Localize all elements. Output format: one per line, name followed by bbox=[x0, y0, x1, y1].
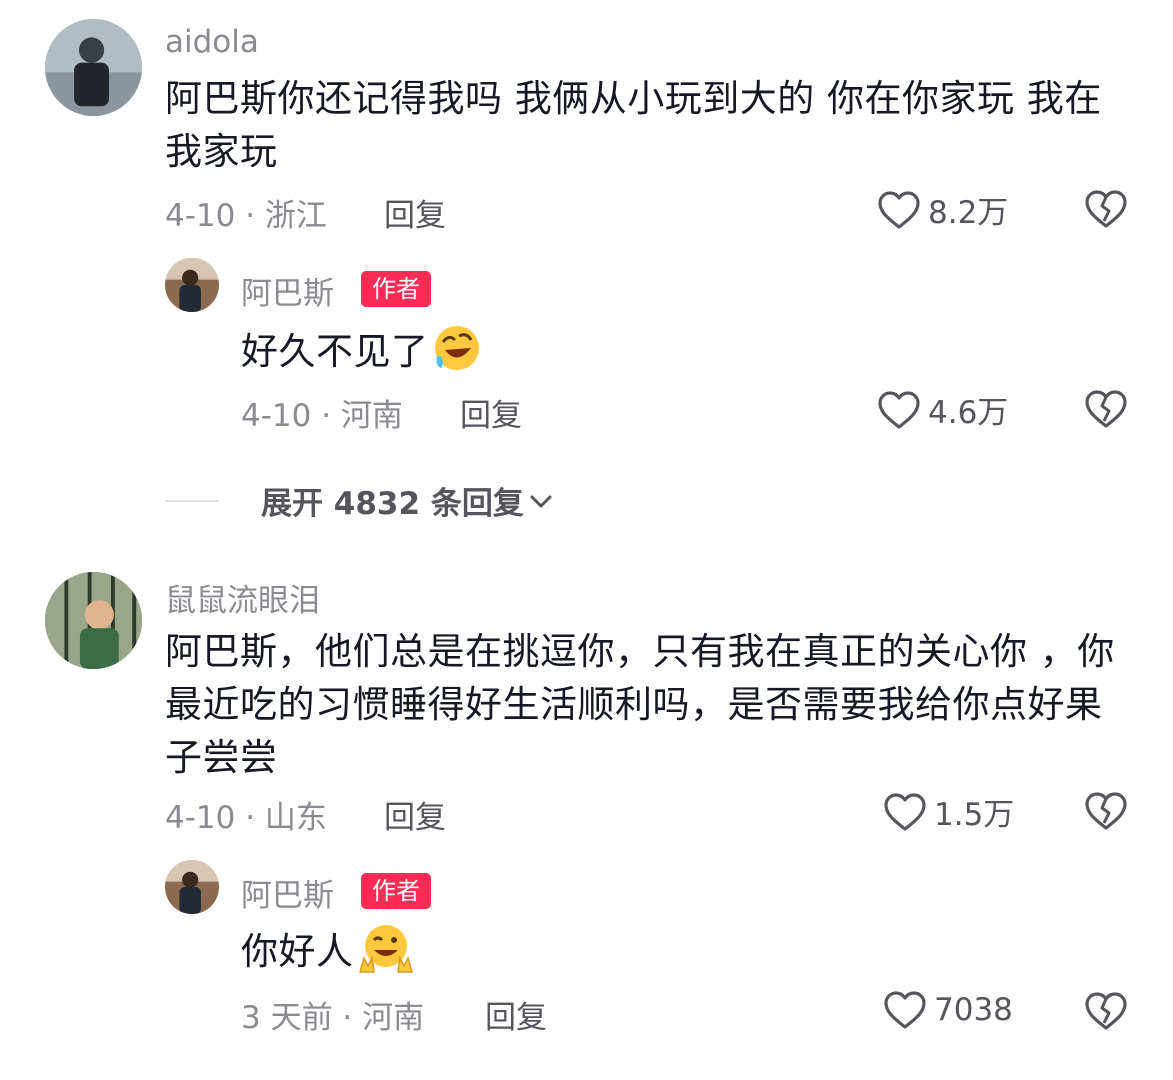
comment-date-location: 4-10 · 山东 bbox=[165, 800, 327, 836]
avatar[interactable] bbox=[45, 19, 142, 116]
comment-text: 阿巴斯，他们总是在挑逗你，只有我在真正的关心你 ，你最近吃的习惯睡得好生活顺利吗… bbox=[165, 630, 1115, 779]
reply-username[interactable]: 阿巴斯 bbox=[241, 870, 334, 915]
reply-text: 好久不见了 bbox=[241, 322, 483, 378]
author-badge: 作者 bbox=[361, 873, 431, 909]
like-count: 7038 bbox=[934, 992, 1013, 1028]
wink-peace-emoji bbox=[358, 925, 413, 973]
reply-text: 你好人 bbox=[241, 922, 416, 978]
reply-button[interactable]: 回复 bbox=[485, 992, 547, 1037]
reply-date-location: 3 天前 · 河南 bbox=[241, 1000, 425, 1036]
avatar[interactable] bbox=[165, 860, 219, 914]
like-button[interactable]: 4.6万 bbox=[876, 387, 1008, 432]
chevron-down-icon bbox=[530, 495, 552, 507]
comment-item: 鼠鼠流眼泪 阿巴斯，他们总是在挑逗你，只有我在真正的关心你 ，你最近吃的习惯睡得… bbox=[0, 560, 1173, 1080]
heart-outline-icon bbox=[878, 190, 920, 229]
expand-replies-label: 展开 4832 条回复 bbox=[261, 486, 524, 522]
avatar[interactable] bbox=[45, 572, 142, 669]
reply-button[interactable]: 回复 bbox=[460, 390, 522, 435]
heart-outline-icon bbox=[884, 792, 926, 831]
reply-text-content: 你好人 bbox=[241, 930, 354, 973]
like-count: 1.5万 bbox=[934, 797, 1015, 833]
rofl-emoji bbox=[434, 326, 479, 370]
comment-item: aidola 阿巴斯你还记得我吗 我俩从小玩到大的 你在你家玩 我在我家玩 4-… bbox=[0, 0, 1173, 480]
avatar[interactable] bbox=[165, 258, 219, 312]
broken-heart-icon[interactable] bbox=[1083, 990, 1129, 1032]
reply-button[interactable]: 回复 bbox=[384, 792, 446, 837]
like-button[interactable]: 1.5万 bbox=[882, 789, 1014, 834]
like-count: 4.6万 bbox=[928, 395, 1009, 431]
reply-button[interactable]: 回复 bbox=[384, 190, 446, 235]
expand-replies-button[interactable]: 展开 4832 条回复 bbox=[165, 478, 554, 523]
author-badge: 作者 bbox=[361, 271, 431, 307]
comment-date-location: 4-10 · 浙江 bbox=[165, 198, 327, 234]
broken-heart-icon[interactable] bbox=[1083, 790, 1129, 832]
comment-username[interactable]: 鼠鼠流眼泪 bbox=[165, 575, 320, 620]
broken-heart-icon[interactable] bbox=[1083, 188, 1129, 230]
reply-username[interactable]: 阿巴斯 bbox=[241, 268, 334, 313]
broken-heart-icon[interactable] bbox=[1083, 388, 1129, 430]
like-count: 8.2万 bbox=[928, 195, 1009, 231]
like-button[interactable]: 7038 bbox=[882, 989, 1013, 1031]
like-button[interactable]: 8.2万 bbox=[876, 187, 1008, 232]
divider bbox=[165, 499, 219, 502]
heart-outline-icon bbox=[884, 991, 926, 1029]
comment-username[interactable]: aidola bbox=[165, 24, 259, 60]
reply-date-location: 4-10 · 河南 bbox=[241, 398, 403, 434]
reply-text-content: 好久不见了 bbox=[241, 330, 429, 373]
comment-text: 阿巴斯你还记得我吗 我俩从小玩到大的 你在你家玩 我在我家玩 bbox=[165, 77, 1102, 173]
heart-outline-icon bbox=[878, 390, 920, 429]
